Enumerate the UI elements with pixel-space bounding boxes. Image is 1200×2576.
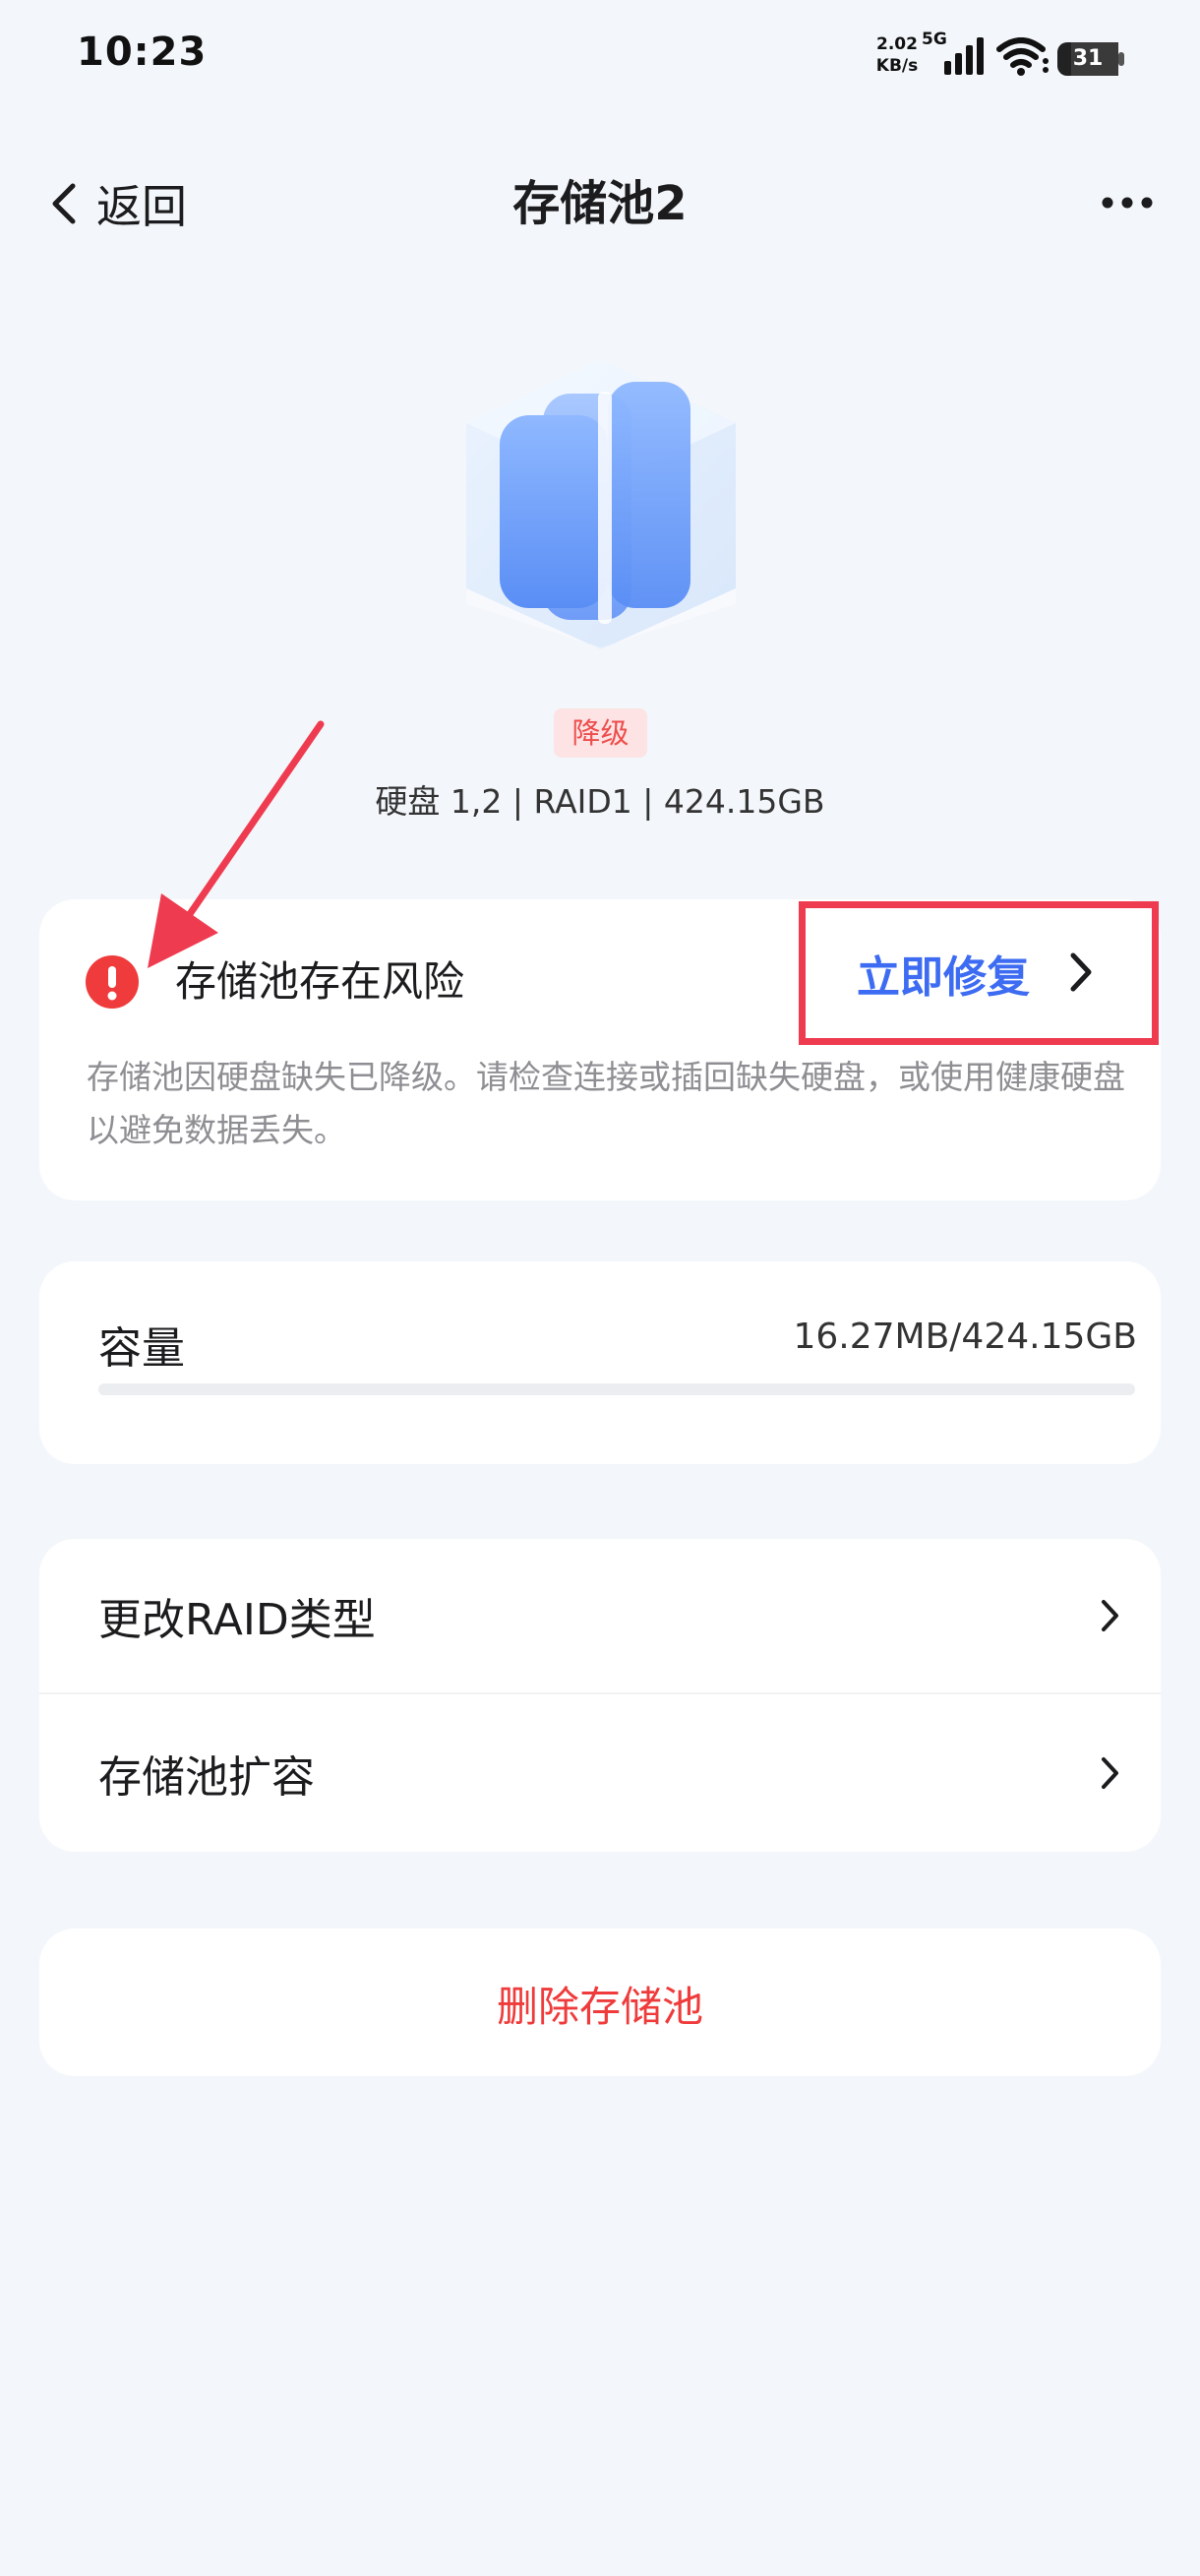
repair-now-button[interactable]: 立即修复 [799,901,1159,1045]
capacity-card: 容量 16.27MB/424.15GB [39,1261,1161,1464]
capacity-progress-bar [98,1383,1135,1395]
expand-pool-label: 存储池扩容 [98,1752,315,1803]
network-speed: 2.02 KB/s [866,33,929,77]
annotation-arrow-icon [148,720,325,968]
change-raid-type-row[interactable]: 更改RAID类型 [39,1539,1161,1694]
warning-icon [86,955,139,1009]
chevron-right-icon [1070,952,1092,992]
network-speed-unit: KB/s [875,56,919,76]
actions-card: 更改RAID类型 存储池扩容 [39,1539,1161,1852]
chevron-right-icon [1102,1757,1118,1789]
status-badge: 降级 [554,708,647,758]
delete-pool-label: 删除存储池 [496,1983,703,2031]
status-time: 10:23 [77,30,208,75]
wifi-icon [996,37,1049,76]
battery-level: 31 [1072,46,1104,71]
expand-pool-row[interactable]: 存储池扩容 [39,1696,1161,1852]
risk-description: 存储池因硬盘缺失已降级。请检查连接或插回缺失硬盘，或使用健康硬盘以避免数据丢失。 [87,1058,1125,1149]
delete-pool-button[interactable]: 删除存储池 [39,1929,1161,2076]
signal-icon [944,37,984,75]
storage-pool-page: 10:23 2.02 KB/s 5G 31 返回 存储池2 降级 硬盘 1,2 … [0,0,1200,2576]
chevron-right-icon [1102,1600,1118,1631]
back-chevron-icon [52,183,76,224]
back-label: 返回 [96,180,187,233]
back-button[interactable]: 返回 [47,169,187,238]
change-raid-type-label: 更改RAID类型 [98,1595,376,1645]
network-speed-value: 2.02 [876,34,918,54]
capacity-label: 容量 [98,1323,185,1374]
page-title: 存储池2 [512,176,688,231]
status-bar: 10:23 2.02 KB/s 5G 31 [0,0,1200,118]
storage-pool-icon [466,360,736,649]
repair-now-label: 立即修复 [857,952,1030,1003]
more-icon[interactable] [1100,183,1155,222]
capacity-value: 16.27MB/424.15GB [793,1317,1137,1357]
